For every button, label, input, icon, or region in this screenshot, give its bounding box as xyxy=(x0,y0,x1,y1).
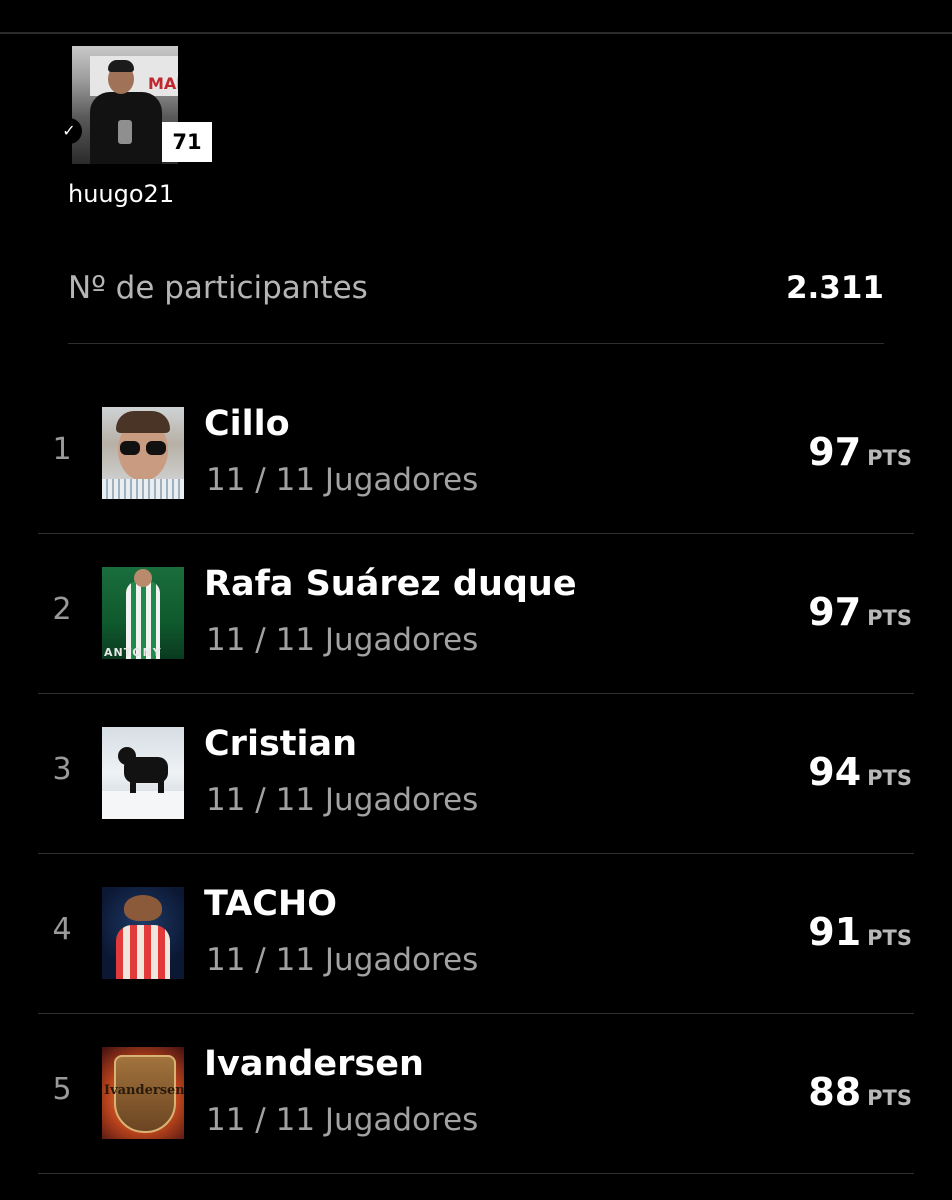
player-points: 88 PTS xyxy=(808,1070,912,1114)
participants-count-row: Nº de participantes 2.311 xyxy=(68,270,884,314)
ranking-row-3[interactable]: 3 Cristian 11 / 11 Jugadores 94 PTS xyxy=(0,694,952,854)
points-unit: PTS xyxy=(867,766,912,790)
player-avatar[interactable] xyxy=(102,407,184,499)
avatar-shirt xyxy=(116,925,170,979)
ranking-row-2[interactable]: 2 ANTONY Rafa Suárez duque 11 / 11 Jugad… xyxy=(0,534,952,694)
dog-leg xyxy=(158,779,164,793)
player-points: 97 PTS xyxy=(808,590,912,634)
points-value: 88 xyxy=(808,1070,862,1114)
participants-label: Nº de participantes xyxy=(68,270,368,306)
participants-value: 2.311 xyxy=(785,270,884,306)
player-name[interactable]: Cristian xyxy=(204,724,357,764)
top-divider xyxy=(0,32,952,34)
row-divider xyxy=(38,1173,914,1174)
points-unit: PTS xyxy=(867,1086,912,1110)
points-value: 91 xyxy=(808,910,862,954)
avatar-trophy xyxy=(118,120,132,144)
player-avatar[interactable] xyxy=(102,887,184,979)
rank-position: 3 xyxy=(52,752,72,787)
ranking-row-5[interactable]: 5 Ivandersen Ivandersen 11 / 11 Jugadore… xyxy=(0,1014,952,1174)
players-count: 11 / 11 Jugadores xyxy=(206,462,479,498)
participants-divider xyxy=(68,343,884,344)
user-level-badge: 71 xyxy=(162,122,212,162)
player-name[interactable]: TACHO xyxy=(204,884,337,924)
players-count: 11 / 11 Jugadores xyxy=(206,942,479,978)
ranking-row-1[interactable]: 1 Cillo 11 / 11 Jugadores 97 PTS xyxy=(0,374,952,534)
avatar-text: ANTONY xyxy=(104,646,162,659)
players-count: 11 / 11 Jugadores xyxy=(206,1102,479,1138)
rank-position: 2 xyxy=(52,592,72,627)
player-name[interactable]: Ivandersen xyxy=(204,1044,424,1084)
player-name[interactable]: Rafa Suárez duque xyxy=(204,564,577,604)
points-unit: PTS xyxy=(867,926,912,950)
players-count: 11 / 11 Jugadores xyxy=(206,782,479,818)
et-figure-icon xyxy=(124,895,162,921)
username: huugo21 xyxy=(68,180,175,208)
verified-check-icon: ✓ xyxy=(56,118,82,144)
points-value: 97 xyxy=(808,430,862,474)
rank-position: 5 xyxy=(52,1072,72,1107)
avatar-head xyxy=(134,569,152,587)
player-points: 91 PTS xyxy=(808,910,912,954)
avatar-shirt xyxy=(102,479,184,499)
player-points: 94 PTS xyxy=(808,750,912,794)
dog-leg xyxy=(130,779,136,793)
avatar-banner-text: MAR xyxy=(148,74,178,93)
avatar-snow xyxy=(102,791,184,819)
sunglasses-icon xyxy=(118,441,168,455)
ranking-list: 1 Cillo 11 / 11 Jugadores 97 PTS 2 ANTONY… xyxy=(0,374,952,1174)
ranking-row-4[interactable]: 4 TACHO 11 / 11 Jugadores 91 PTS xyxy=(0,854,952,1014)
avatar-person-hair xyxy=(108,60,134,72)
player-avatar[interactable] xyxy=(102,727,184,819)
points-unit: PTS xyxy=(867,606,912,630)
rank-position: 1 xyxy=(52,432,72,467)
player-name[interactable]: Cillo xyxy=(204,404,290,444)
points-unit: PTS xyxy=(867,446,912,470)
player-avatar[interactable]: Ivandersen xyxy=(102,1047,184,1139)
points-value: 94 xyxy=(808,750,862,794)
avatar-hair xyxy=(116,411,170,433)
dog-head xyxy=(118,747,136,765)
players-count: 11 / 11 Jugadores xyxy=(206,622,479,658)
rank-position: 4 xyxy=(52,912,72,947)
player-points: 97 PTS xyxy=(808,430,912,474)
player-avatar[interactable]: ANTONY xyxy=(102,567,184,659)
avatar-text: Ivandersen xyxy=(104,1083,184,1098)
points-value: 97 xyxy=(808,590,862,634)
